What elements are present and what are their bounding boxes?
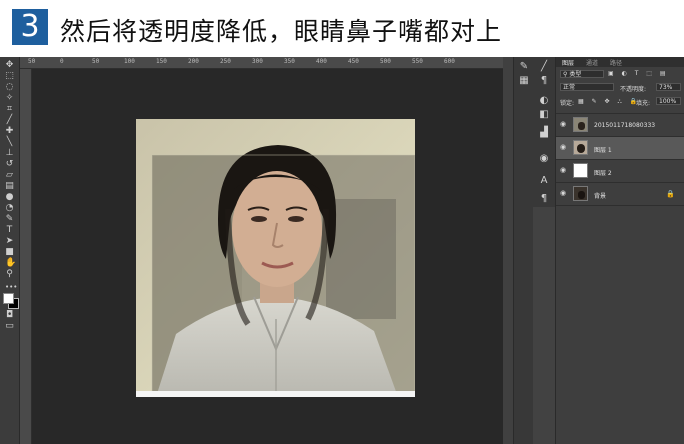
navigator-icon[interactable]: ◉ — [538, 153, 550, 165]
panel-icon-strip-2: ╱ ¶ ◐ ◧ ▟ ◉ A ¶ — [533, 57, 555, 207]
ruler-label: 350 — [284, 58, 295, 65]
layer-name: 2015011718080333 — [594, 122, 656, 129]
zoom-icon[interactable]: ⚲ — [5, 270, 14, 279]
magic-wand-icon[interactable]: ✧ — [5, 94, 14, 103]
eye-icon[interactable]: ◉ — [560, 190, 569, 197]
tab-layers[interactable]: 图层 — [562, 58, 574, 67]
panel-icon-strip: ✎ ▦ — [513, 57, 534, 444]
clone-stamp-icon[interactable]: ⊥ — [5, 149, 14, 158]
layer-thumbnail — [573, 117, 588, 132]
composite-image — [136, 119, 415, 397]
layer-thumbnail — [573, 186, 588, 201]
lasso-icon[interactable]: ◌ — [5, 83, 14, 92]
canvas-area[interactable] — [32, 69, 503, 444]
fill-label: 填充: — [636, 100, 651, 107]
foreground-color-swatch[interactable] — [3, 293, 14, 304]
lock-icons[interactable]: ▦ ✎ ✥ ⛬ 🔒 — [578, 98, 640, 106]
vertical-ruler — [20, 69, 32, 444]
lock-label: 锁定: — [560, 100, 575, 107]
step-title: 然后将透明度降低，眼睛鼻子嘴都对上 — [60, 17, 503, 46]
layer-row[interactable]: ◉ 图层 2 — [556, 159, 684, 182]
tab-paths[interactable]: 路径 — [610, 58, 622, 67]
histogram-icon[interactable]: ▟ — [538, 127, 550, 139]
ruler-label: 500 — [380, 58, 391, 65]
ruler-label: 400 — [316, 58, 327, 65]
color-icon[interactable]: ◐ — [538, 95, 550, 107]
pen-icon[interactable]: ✎ — [5, 215, 14, 224]
dodge-icon[interactable]: ◔ — [5, 204, 14, 213]
brush-presets-icon[interactable]: ▦ — [518, 75, 530, 87]
vertical-scrollbar[interactable] — [503, 57, 513, 444]
eye-icon[interactable]: ◉ — [560, 144, 569, 151]
layer-name: 图层 2 — [594, 170, 612, 177]
layer-name: 图层 1 — [594, 147, 612, 154]
quick-mask-icon[interactable]: ◘ — [5, 311, 14, 320]
search-icon: ⚲ — [563, 71, 568, 78]
ruler-label: 100 — [124, 58, 135, 65]
document-canvas[interactable] — [136, 119, 415, 397]
character-icon[interactable]: A — [538, 175, 550, 187]
tools-panel: ✥ ⬚ ◌ ✧ ⌗ ╱ ✚ ╲ ⊥ ↺ ▱ ▤ ● ◔ ✎ T ➤ ■ ✋ ⚲ … — [0, 57, 20, 444]
type-icon[interactable]: T — [5, 226, 14, 235]
crop-icon[interactable]: ⌗ — [5, 105, 14, 114]
layer-row[interactable]: ◉ 2015011718080333 — [556, 113, 684, 136]
brush-icon[interactable]: ╲ — [5, 138, 14, 147]
ruler-label: 150 — [156, 58, 167, 65]
more-tools-icon[interactable]: ••• — [5, 283, 17, 292]
gradient-icon[interactable]: ▤ — [5, 182, 14, 191]
filter-kind-label: 类型 — [569, 71, 582, 78]
layer-thumbnail — [573, 140, 588, 155]
marquee-icon[interactable]: ⬚ — [5, 72, 14, 81]
eraser-icon[interactable]: ▱ — [5, 171, 14, 180]
adjustments-icon[interactable]: ◧ — [538, 109, 550, 121]
layer-row[interactable]: ◉ 背景 🔒 — [556, 182, 684, 206]
layer-row[interactable]: ◉ 图层 1 — [556, 136, 684, 159]
layer-thumbnail — [573, 163, 588, 178]
opacity-label: 不透明度: — [620, 86, 647, 93]
move-icon[interactable]: ✥ — [5, 61, 14, 70]
brush-settings-icon[interactable]: ✎ — [518, 61, 530, 73]
blend-mode-select[interactable]: 正常 — [560, 83, 614, 91]
eye-icon[interactable]: ◉ — [560, 121, 569, 128]
ruler-label: 50 — [92, 58, 100, 65]
opacity-input[interactable]: 73% — [656, 83, 681, 91]
ruler-label: 0 — [60, 58, 64, 65]
horizontal-ruler: 50 0 50 100 150 200 250 300 350 400 450 … — [20, 57, 503, 69]
paragraph-icon[interactable]: ¶ — [538, 75, 550, 87]
layers-panel: 图层 通道 路径 ⚲ 类型 ▣ ◐ T ⬚ ▤ 正常 不透明度: 73% 锁定:… — [555, 57, 684, 444]
shape-icon[interactable]: ■ — [5, 248, 14, 257]
brush-icon[interactable]: ╱ — [538, 61, 550, 73]
path-select-icon[interactable]: ➤ — [5, 237, 14, 246]
ruler-label: 200 — [188, 58, 199, 65]
blur-icon[interactable]: ● — [5, 193, 14, 202]
hand-icon[interactable]: ✋ — [5, 259, 16, 268]
ruler-label: 50 — [28, 58, 36, 65]
layer-filter-icons[interactable]: ▣ ◐ T ⬚ ▤ — [608, 70, 669, 77]
healing-brush-icon[interactable]: ✚ — [5, 127, 14, 136]
layer-filter-select[interactable]: ⚲ 类型 — [560, 70, 604, 78]
lock-icon: 🔒 — [666, 190, 675, 198]
info-icon[interactable]: ¶ — [538, 193, 550, 205]
screen-mode-icon[interactable]: ▭ — [5, 322, 14, 331]
ruler-label: 550 — [412, 58, 423, 65]
eyedropper-icon[interactable]: ╱ — [5, 116, 14, 125]
history-brush-icon[interactable]: ↺ — [5, 160, 14, 169]
layers-panel-tabs: 图层 通道 路径 — [556, 57, 684, 67]
eye-icon[interactable]: ◉ — [560, 167, 569, 174]
tutorial-header: 3 然后将透明度降低，眼睛鼻子嘴都对上 — [0, 0, 684, 57]
photoshop-workspace: ✥ ⬚ ◌ ✧ ⌗ ╱ ✚ ╲ ⊥ ↺ ▱ ▤ ● ◔ ✎ T ➤ ■ ✋ ⚲ … — [0, 57, 684, 444]
layer-name: 背景 — [594, 193, 607, 200]
ruler-label: 300 — [252, 58, 263, 65]
ruler-label: 600 — [444, 58, 455, 65]
ruler-label: 250 — [220, 58, 231, 65]
step-number-badge: 3 — [12, 9, 48, 45]
fill-input[interactable]: 100% — [656, 97, 681, 105]
tab-channels[interactable]: 通道 — [586, 58, 598, 67]
ruler-label: 450 — [348, 58, 359, 65]
